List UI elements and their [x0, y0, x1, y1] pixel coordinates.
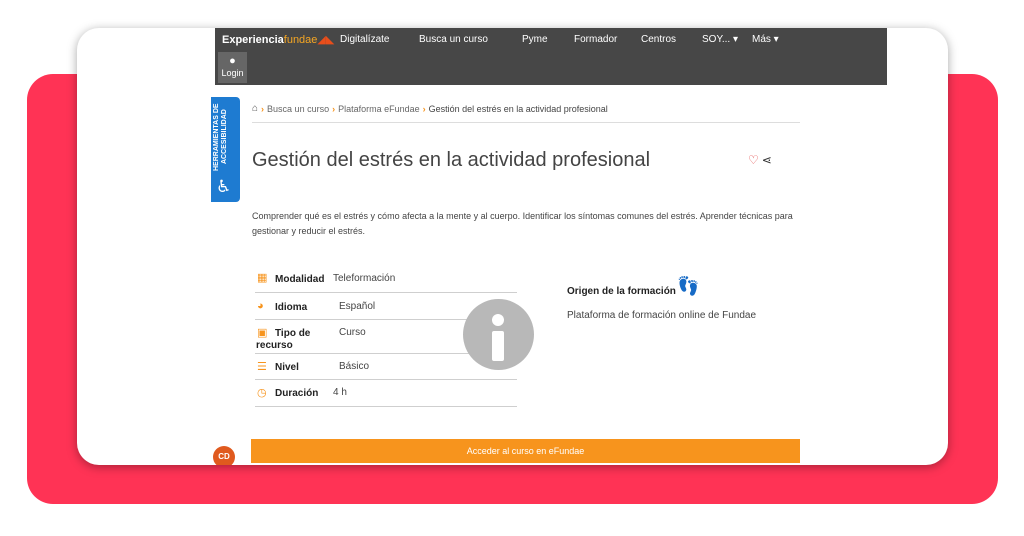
nav-link-pyme[interactable]: Pyme	[522, 34, 574, 45]
chevron-right-icon: ›	[261, 103, 265, 114]
breadcrumb-item-current: Gestión del estrés en la actividad profe…	[428, 103, 608, 114]
detail-value: 4 h	[333, 387, 347, 398]
origin-value: Plataforma de formación online de Fundae	[567, 310, 757, 321]
breadcrumb-divider	[252, 122, 800, 123]
browser-card: Experienciafundae◢◣ Digitalízate Busca u…	[77, 28, 948, 465]
title-actions: ♡ ⋖	[748, 153, 772, 167]
access-course-button[interactable]: Acceder al curso en eFundae	[251, 439, 800, 463]
logo[interactable]: Experienciafundae◢◣	[222, 33, 334, 46]
info-icon	[463, 299, 534, 370]
share-icon[interactable]: ⋖	[762, 153, 772, 167]
home-icon[interactable]: ⌂	[252, 103, 258, 114]
origin-title: Origen de la formación	[567, 286, 676, 297]
detail-row: ◷ Duración 4 h	[255, 380, 517, 407]
list-level-icon: ☰	[257, 361, 267, 373]
detail-value: Teleformación	[333, 273, 396, 284]
nav-link-centros[interactable]: Centros	[641, 34, 702, 45]
logo-sub: fundae	[283, 34, 318, 46]
nav-link-soy[interactable]: SOY... ▾	[702, 34, 752, 45]
nav-links: Digitalízate Busca un curso Pyme Formado…	[340, 34, 792, 45]
detail-row: ▦ Modalidad Teleformación	[255, 268, 517, 293]
detail-value: Curso	[339, 327, 366, 338]
nav-link-mas[interactable]: Más ▾	[752, 34, 792, 45]
detail-label: Nivel	[275, 362, 299, 373]
user-icon: ●	[229, 55, 236, 67]
detail-label: Duración	[275, 388, 319, 399]
map-icon: ▦	[257, 272, 268, 284]
clock-icon: ◷	[257, 387, 267, 399]
page-title: Gestión del estrés en la actividad profe…	[252, 149, 651, 171]
detail-value: Español	[339, 301, 376, 312]
breadcrumb-item-busca[interactable]: Busca un curso	[267, 104, 329, 114]
logo-text: Experiencia	[222, 34, 284, 46]
detail-label: Idioma	[275, 302, 308, 313]
heart-icon[interactable]: ♡	[748, 153, 759, 167]
top-nav: Experienciafundae◢◣ Digitalízate Busca u…	[215, 28, 887, 85]
detail-label: Tipo de recurso	[256, 328, 311, 351]
logo-swoosh-icon: ◢◣	[317, 34, 335, 46]
chevron-right-icon: ›	[422, 103, 426, 114]
nav-link-busca-curso[interactable]: Busca un curso	[419, 34, 522, 45]
detail-label: Modalidad	[275, 274, 325, 285]
nav-link-formador[interactable]: Formador	[574, 34, 641, 45]
cd-badge[interactable]: CD	[213, 446, 235, 465]
login-button[interactable]: ● Login	[218, 52, 247, 83]
detail-value: Básico	[339, 361, 370, 372]
accessibility-icon: ♿	[216, 177, 232, 196]
accessibility-label: HERRAMIENTAS DE ACCESIBILIDAD	[213, 103, 228, 171]
language-icon: ◕	[257, 300, 264, 312]
accessibility-tab[interactable]: HERRAMIENTAS DE ACCESIBILIDAD ♿	[211, 97, 240, 202]
breadcrumb: ⌂ › Busca un curso › Plataforma eFundae …	[252, 103, 608, 114]
breadcrumb-item-plataforma[interactable]: Plataforma eFundae	[338, 104, 420, 114]
login-label: Login	[221, 68, 244, 78]
nav-link-digitalizate[interactable]: Digitalízate	[340, 34, 419, 45]
footprints-icon: 👣	[677, 276, 700, 296]
course-description: Comprender qué es el estrés y cómo afect…	[252, 211, 793, 236]
chevron-right-icon: ›	[332, 103, 336, 114]
